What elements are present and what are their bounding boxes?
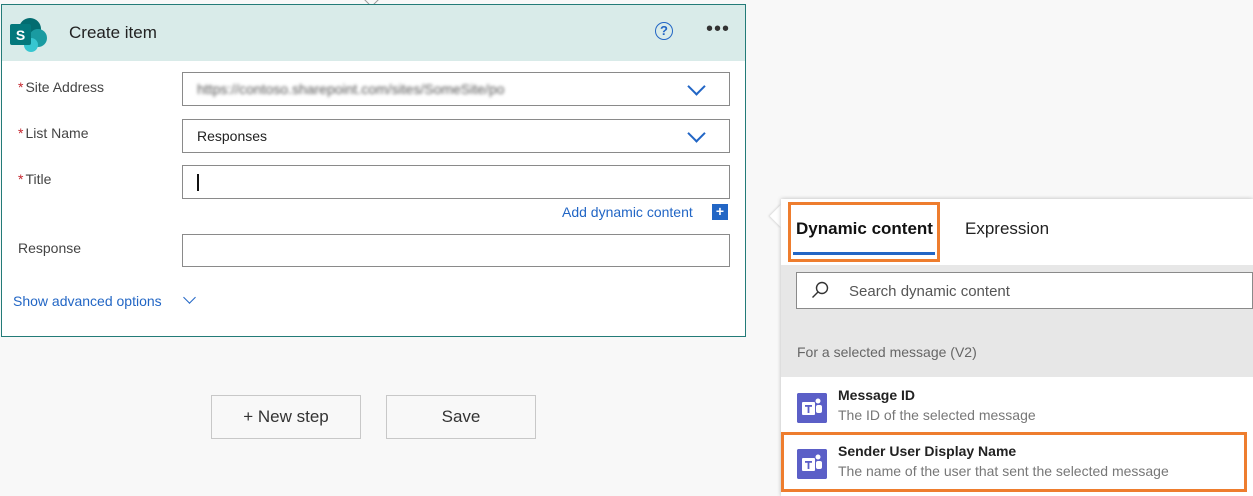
more-options-icon[interactable]: ••• [706, 19, 730, 39]
site-address-value: https://contoso.sharepoint.com/sites/Som… [197, 81, 505, 97]
chevron-down-icon[interactable] [183, 291, 196, 304]
card-title: Create item [69, 23, 157, 42]
chevron-down-icon[interactable] [687, 124, 706, 143]
teams-icon [797, 393, 827, 423]
list-name-dropdown[interactable]: Responses [182, 119, 730, 153]
required-mark: * [18, 125, 24, 141]
new-step-button[interactable]: + New step [211, 395, 361, 439]
item-description: The ID of the selected message [838, 407, 1036, 423]
item-title: Message ID [838, 387, 916, 403]
dynamic-content-panel: Dynamic content Expression Search dynami… [781, 199, 1253, 496]
response-label: Response [18, 240, 82, 256]
show-advanced-options-link[interactable]: Show advanced options [13, 293, 162, 309]
save-button[interactable]: Save [386, 395, 536, 439]
site-address-label-text: Site Address [25, 79, 105, 95]
card-header[interactable]: S Create item ? ••• [2, 5, 745, 61]
title-input[interactable] [182, 165, 730, 199]
create-item-card: S Create item ? ••• * Site Address https:… [1, 4, 746, 337]
section-title: For a selected message (V2) [797, 344, 977, 360]
tab-highlight-box [788, 202, 940, 262]
list-item-message-id[interactable]: Message ID The ID of the selected messag… [781, 377, 1253, 432]
search-placeholder: Search dynamic content [849, 283, 1010, 300]
search-section: Search dynamic content For a selected me… [781, 265, 1253, 377]
search-icon [812, 281, 829, 298]
text-cursor [197, 174, 199, 191]
search-input[interactable]: Search dynamic content [796, 272, 1253, 309]
chevron-down-icon[interactable] [687, 77, 706, 96]
sharepoint-icon: S [10, 18, 47, 52]
site-address-dropdown[interactable]: https://contoso.sharepoint.com/sites/Som… [182, 72, 730, 106]
add-dynamic-content-link[interactable]: Add dynamic content [562, 204, 693, 220]
item-highlight-box [781, 432, 1247, 492]
required-mark: * [18, 171, 24, 187]
list-name-label: * List Name [18, 125, 88, 141]
required-mark: * [18, 79, 24, 95]
add-dynamic-content-icon[interactable]: + [712, 204, 728, 220]
logo-letter: S [16, 27, 25, 43]
list-name-value: Responses [197, 128, 268, 144]
help-icon[interactable]: ? [655, 22, 673, 40]
tab-expression[interactable]: Expression [965, 219, 1049, 239]
title-label: * Title [18, 171, 51, 187]
response-input[interactable] [182, 234, 730, 267]
list-name-label-text: List Name [25, 125, 89, 141]
site-address-label: * Site Address [18, 79, 104, 95]
title-label-text: Title [25, 171, 52, 187]
